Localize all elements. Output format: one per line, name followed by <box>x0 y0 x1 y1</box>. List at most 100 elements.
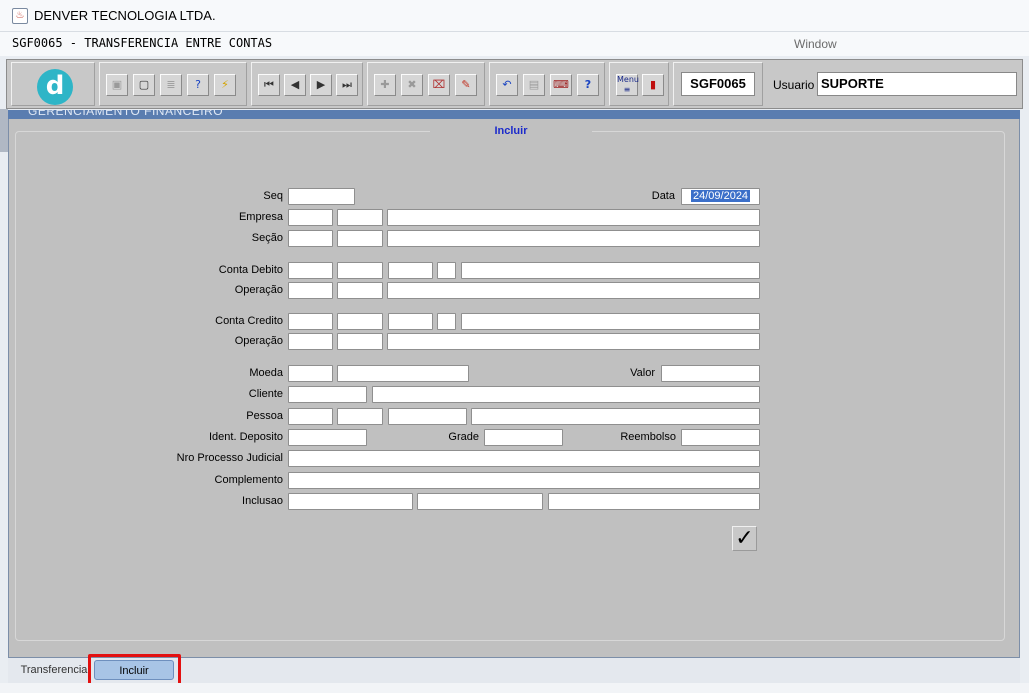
empresa-code-input[interactable] <box>288 209 333 226</box>
moeda-code-input[interactable] <box>288 365 333 382</box>
data-label: Data <box>651 190 675 202</box>
user-label: Usuario <box>773 78 815 92</box>
reembolso-input[interactable] <box>681 429 760 446</box>
key-help-icon[interactable]: ⌨ <box>550 74 572 96</box>
secao-sub-input[interactable] <box>337 230 383 247</box>
cliente-name-input[interactable] <box>372 386 760 403</box>
pessoa-1-input[interactable] <box>288 408 333 425</box>
menu-bar: SGF0065 - TRANSFERENCIA ENTRE CONTAS Win… <box>0 32 1029 56</box>
list-values-icon[interactable]: ▤ <box>523 74 545 96</box>
next-record-icon[interactable]: ▶ <box>310 74 332 96</box>
delete-record-icon[interactable]: ✖ <box>401 74 423 96</box>
query-help-icon[interactable]: ? <box>187 74 209 96</box>
operacao-credito-name-input[interactable] <box>387 333 760 350</box>
inclusao-2-input[interactable] <box>417 493 543 510</box>
toolbar-group-help: ↶ ▤ ⌨ ? <box>489 62 605 106</box>
form-title: SGF0065 - TRANSFERENCIA ENTRE CONTAS <box>12 36 273 50</box>
print-icon[interactable]: ≣ <box>160 74 182 96</box>
company-logo: d <box>37 69 73 105</box>
cliente-label: Cliente <box>248 388 283 400</box>
frame-header: GERENCIAMENTO FINANCEIRO <box>8 110 1020 119</box>
pessoa-3-input[interactable] <box>388 408 467 425</box>
edit-icon[interactable]: ✎ <box>455 74 477 96</box>
data-input[interactable]: 24/09/2024 <box>681 188 760 205</box>
operacao-credito-label: Operação <box>234 335 283 347</box>
tab-transferencia[interactable]: Transferencia <box>14 660 94 680</box>
inclusao-label: Inclusao <box>242 495 283 507</box>
form-code-display: SGF0065 <box>681 72 755 96</box>
valor-label: Valor <box>630 367 655 379</box>
secao-name-input[interactable] <box>387 230 760 247</box>
toolbar-group-file: ▣ ▢ ≣ ? ⚡ <box>99 62 247 106</box>
reembolso-label: Reembolso <box>620 431 676 443</box>
complemento-label: Complemento <box>214 474 283 486</box>
last-record-icon[interactable]: ⏭ <box>336 74 358 96</box>
exit-icon[interactable]: ▮ <box>642 74 664 96</box>
operacao-debito-name-input[interactable] <box>387 282 760 299</box>
conta-debito-name-input[interactable] <box>461 262 760 279</box>
execute-query-icon[interactable]: ⚡ <box>214 74 236 96</box>
operacao-debito-2-input[interactable] <box>337 282 383 299</box>
valor-input[interactable] <box>661 365 760 382</box>
data-value: 24/09/2024 <box>691 190 751 202</box>
conta-credito-name-input[interactable] <box>461 313 760 330</box>
seq-input[interactable] <box>288 188 355 205</box>
conta-credito-1-input[interactable] <box>288 313 333 330</box>
conta-debito-2-input[interactable] <box>337 262 383 279</box>
title-bar: ♨ DENVER TECNOLOGIA LTDA. <box>0 0 1029 32</box>
conta-credito-digit-input[interactable] <box>437 313 456 330</box>
secao-code-input[interactable] <box>288 230 333 247</box>
menu-icon[interactable]: Menu ≡ <box>616 74 639 96</box>
previous-record-icon[interactable]: ◀ <box>284 74 306 96</box>
empresa-sub-input[interactable] <box>337 209 383 226</box>
java-app-icon: ♨ <box>12 8 28 24</box>
pessoa-2-input[interactable] <box>337 408 383 425</box>
grade-label: Grade <box>448 431 479 443</box>
print-preview-icon[interactable]: ▢ <box>133 74 155 96</box>
cliente-code-input[interactable] <box>288 386 367 403</box>
toolbar: d ▣ ▢ ≣ ? ⚡ ⏮ ◀ ▶ ⏭ ✚ ✖ ⌧ ✎ ↶ ▤ ⌨ ? Menu… <box>6 59 1023 109</box>
empresa-name-input[interactable] <box>387 209 760 226</box>
inclusao-3-input[interactable] <box>548 493 760 510</box>
toolbar-group-records: ✚ ✖ ⌧ ✎ <box>367 62 485 106</box>
group-legend: Incluir <box>430 124 592 138</box>
conta-debito-label: Conta Debito <box>218 264 283 276</box>
frame-header-text: GERENCIAMENTO FINANCEIRO <box>28 110 224 118</box>
operacao-debito-1-input[interactable] <box>288 282 333 299</box>
conta-debito-1-input[interactable] <box>288 262 333 279</box>
conta-credito-3-input[interactable] <box>388 313 433 330</box>
nro-processo-input[interactable] <box>288 450 760 467</box>
operacao-debito-label: Operação <box>234 284 283 296</box>
window-menu[interactable]: Window <box>794 37 837 51</box>
inclusao-1-input[interactable] <box>288 493 413 510</box>
first-record-icon[interactable]: ⏮ <box>258 74 280 96</box>
secao-label: Seção <box>251 232 283 244</box>
undo-icon[interactable]: ↶ <box>496 74 518 96</box>
help-icon[interactable]: ? <box>577 74 599 96</box>
conta-debito-digit-input[interactable] <box>437 262 456 279</box>
pessoa-name-input[interactable] <box>471 408 760 425</box>
logo-group: d <box>11 62 95 106</box>
conta-credito-2-input[interactable] <box>337 313 383 330</box>
grade-input[interactable] <box>484 429 563 446</box>
save-icon[interactable]: ▣ <box>106 74 128 96</box>
complemento-input[interactable] <box>288 472 760 489</box>
conta-debito-3-input[interactable] <box>388 262 433 279</box>
insert-record-icon[interactable]: ✚ <box>374 74 396 96</box>
user-value: SUPORTE <box>817 72 1017 96</box>
operacao-credito-1-input[interactable] <box>288 333 333 350</box>
clear-form-icon[interactable]: ⌧ <box>428 74 450 96</box>
checkmark-icon: ✓ <box>735 526 754 551</box>
moeda-name-input[interactable] <box>337 365 469 382</box>
app-title: DENVER TECNOLOGIA LTDA. <box>34 8 216 23</box>
ident-deposito-input[interactable] <box>288 429 367 446</box>
conta-credito-label: Conta Credito <box>215 315 283 327</box>
moeda-label: Moeda <box>249 367 283 379</box>
left-edge <box>0 109 8 152</box>
nro-processo-label: Nro Processo Judicial <box>176 452 283 464</box>
bottom-strip <box>0 683 1029 693</box>
toolbar-group-menu: Menu ≡ ▮ <box>609 62 669 106</box>
confirm-checkmark-button[interactable]: ✓ <box>732 526 757 551</box>
operacao-credito-2-input[interactable] <box>337 333 383 350</box>
toolbar-group-navigation: ⏮ ◀ ▶ ⏭ <box>251 62 363 106</box>
